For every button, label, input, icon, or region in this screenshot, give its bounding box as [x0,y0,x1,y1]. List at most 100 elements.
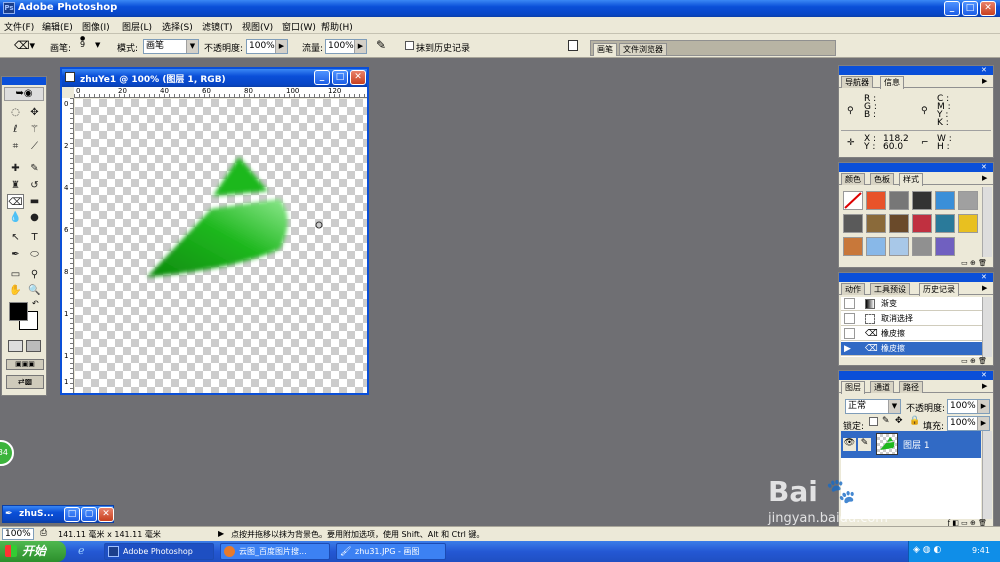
dodge-tool-icon[interactable]: ● [26,210,43,225]
jump-to-imageready-icon[interactable]: ⇄▩ [6,375,44,389]
restore-button[interactable]: □ [64,507,80,522]
path-select-tool-icon[interactable]: ↖ [7,230,24,245]
fill-input[interactable]: 100% ▶ [947,416,990,431]
tab-color[interactable]: 颜色 [841,173,865,185]
menu-help[interactable]: 帮助(H) [321,20,353,33]
blur-tool-icon[interactable]: 💧 [7,210,24,225]
canvas[interactable] [75,99,367,393]
mode-select[interactable]: 画笔 ▼ [143,39,199,54]
horizontal-ruler[interactable]: 0 20 40 60 80 100 120 [74,87,367,98]
menu-layer[interactable]: 图层(L) [122,20,152,33]
style-swatch[interactable] [912,237,932,256]
doc-minimize-button[interactable]: _ [314,70,330,85]
eraser-tool-icon[interactable]: ⌫ [7,194,24,209]
style-swatch[interactable] [935,191,955,210]
scrollbar[interactable] [982,431,992,519]
panel-menu-icon[interactable]: ▶ [982,174,987,182]
layer-name[interactable]: 图层 1 [903,438,930,451]
quick-mask-standard-icon[interactable] [8,340,23,352]
history-item-selected[interactable]: ▶ ⌫ 橡皮擦 [841,342,987,356]
tab-layers[interactable]: 图层 [841,381,865,394]
style-swatch-none[interactable] [843,191,863,210]
tab-file-browser[interactable]: 文件浏览器 [619,43,667,55]
style-swatch[interactable] [866,191,886,210]
menu-image[interactable]: 图像(I) [82,20,110,33]
zoom-input[interactable]: 100% [2,528,34,540]
style-swatch[interactable] [889,191,909,210]
brush-tool-icon[interactable]: ✎ [26,161,43,176]
eraser-preset-icon[interactable]: ⌫▾ [14,39,35,52]
tab-history[interactable]: 历史记录 [919,283,959,296]
taskbar-item-browser[interactable]: 云图_百度图片搜... [220,543,330,560]
maximize-button[interactable]: □ [962,1,978,16]
panel-close-icon[interactable]: ✕ [981,371,987,379]
menu-edit[interactable]: 编辑(E) [42,20,73,33]
lasso-tool-icon[interactable]: ℓ [7,122,24,137]
tab-brushes[interactable]: 画笔 [593,43,617,56]
style-swatch[interactable] [912,214,932,233]
style-swatch[interactable] [912,191,932,210]
move-tool-icon[interactable]: ✥ [26,105,43,120]
style-swatch[interactable] [843,214,863,233]
lock-position-icon[interactable]: ✥ [895,416,903,426]
panel-close-icon[interactable]: ✕ [981,273,987,281]
tab-swatches[interactable]: 色板 [870,173,894,185]
tab-styles[interactable]: 样式 [899,173,923,186]
eye-icon[interactable]: 👁 [843,438,856,451]
hand-tool-icon[interactable]: ✋ [7,283,24,298]
layer-opacity-input[interactable]: 100% ▶ [947,399,990,414]
scrollbar[interactable] [982,297,992,357]
marquee-tool-icon[interactable]: ◌ [7,105,24,120]
tab-channels[interactable]: 通道 [870,381,894,393]
airbrush-icon[interactable]: ✎ [376,38,386,52]
history-source-box[interactable] [844,328,855,339]
crop-tool-icon[interactable]: ⌗ [7,139,24,154]
eyedropper-tool-icon[interactable]: ⚲ [26,267,43,282]
panel-menu-icon[interactable]: ▶ [982,284,987,292]
history-brush-source-icon[interactable]: ▶ [844,342,851,356]
style-swatch[interactable] [889,237,909,256]
menu-window[interactable]: 窗口(W) [282,20,316,33]
lock-image-icon[interactable]: ✎ [882,416,890,426]
quick-mask-mode-icon[interactable] [26,340,41,352]
slice-tool-icon[interactable]: ⟋ [26,139,43,154]
tab-actions[interactable]: 动作 [841,283,865,295]
layer-row-selected[interactable]: 👁 ✎ 图层 1 [841,431,981,458]
style-swatch[interactable] [958,191,978,210]
style-swatch[interactable] [843,237,863,256]
taskbar-item-paint[interactable]: 🖌 zhu31.JPG - 画图 [336,543,446,560]
healing-brush-tool-icon[interactable]: ✚ [7,161,24,176]
close-button[interactable]: ✕ [980,1,996,16]
style-swatch[interactable] [935,237,955,256]
doc-close-button[interactable]: ✕ [350,70,366,85]
style-swatch[interactable] [958,214,978,233]
swap-colors-icon[interactable]: ↶ [32,299,39,308]
opacity-input[interactable]: 100% ▶ [246,39,288,54]
style-swatch[interactable] [935,214,955,233]
status-arrow-icon[interactable]: ▶ [218,529,224,538]
brush-preview-icon[interactable]: ● 9 [80,36,85,49]
quick-launch-ie-icon[interactable]: ℯ [78,544,85,557]
menu-select[interactable]: 选择(S) [162,20,193,33]
history-brush-tool-icon[interactable]: ↺ [26,178,43,193]
close-doc-button[interactable]: ✕ [98,507,114,522]
gradient-tool-icon[interactable]: ▬ [26,194,43,209]
scrollbar[interactable] [982,187,992,257]
tab-tool-presets[interactable]: 工具预设 [870,283,910,295]
flow-input[interactable]: 100% ▶ [325,39,367,54]
document-title-bar[interactable]: zhuYe1 @ 100% (图层 1, RGB) _ □ ✕ [62,69,367,87]
screen-mode-icon[interactable]: ▣▣▣ [6,359,44,370]
blend-mode-select[interactable]: 正常 ▼ [845,399,901,414]
style-swatch[interactable] [866,237,886,256]
style-swatch[interactable] [866,214,886,233]
panel-menu-icon[interactable]: ▶ [982,77,987,85]
vertical-ruler[interactable]: 0 2 4 6 8 1 1 1 [62,98,74,393]
brush-dropdown-icon[interactable]: ▼ [95,41,100,49]
taskbar-item-photoshop[interactable]: Adobe Photoshop [104,543,214,560]
stamp-tool-icon[interactable]: ♜ [7,178,24,193]
menu-view[interactable]: 视图(V) [242,20,273,33]
history-item[interactable]: ⌫ 橡皮擦 [841,327,987,341]
magic-wand-tool-icon[interactable]: ⚚ [26,122,43,137]
start-button[interactable]: 开始 [0,541,66,562]
brush-link-icon[interactable]: ✎ [858,438,871,451]
